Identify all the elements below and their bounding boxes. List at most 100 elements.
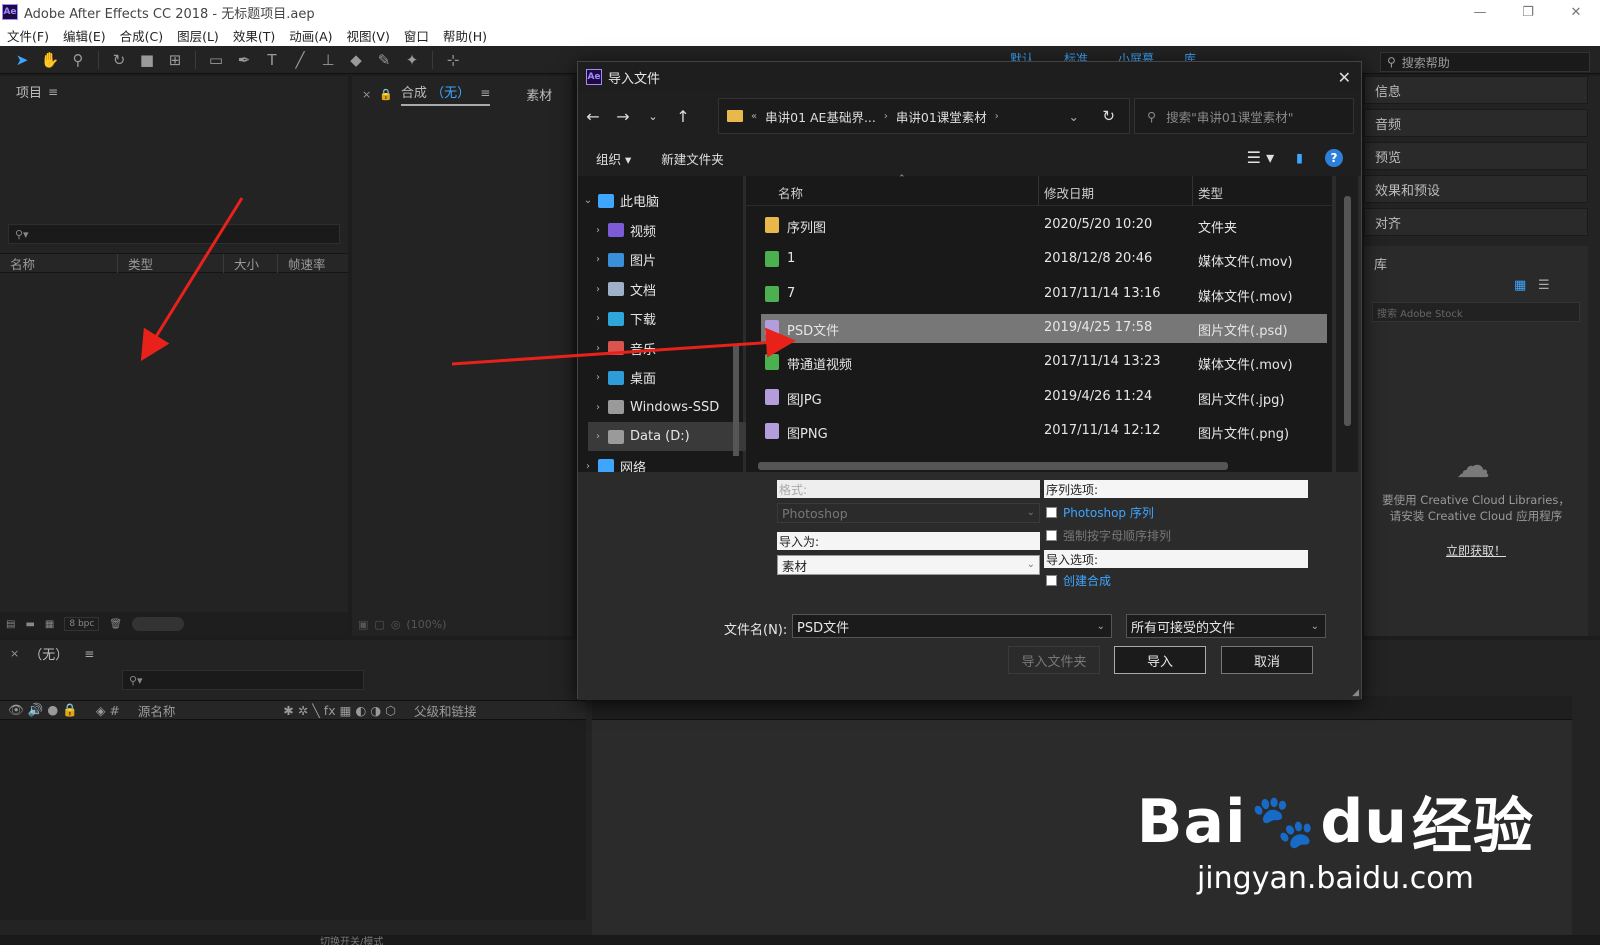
scroll-thumb[interactable] [758, 462, 1228, 470]
menu-file[interactable]: 文件(F) [0, 26, 56, 45]
menu-layer[interactable]: 图层(L) [170, 26, 226, 45]
chevron-right-icon[interactable]: › [588, 284, 608, 295]
toggle-switches-mode[interactable]: 切换开关/模式 [320, 933, 383, 945]
chevron-right-icon[interactable]: › [588, 431, 608, 442]
library-tab[interactable]: 库 [1374, 254, 1387, 273]
camera-tool-icon[interactable]: ■ [135, 49, 159, 71]
render-icon[interactable]: ▣ [358, 618, 368, 631]
column-frame-rate[interactable]: 帧速率 [278, 254, 336, 273]
breadcrumb-item[interactable]: 串讲01 AE基础界... [765, 107, 876, 126]
filename-input[interactable]: PSD文件 ⌄ [792, 614, 1112, 638]
file-row[interactable]: 序列图 2020/5/20 10:20 文件夹 [761, 211, 1327, 240]
adobe-stock-search[interactable]: 搜索 Adobe Stock [1372, 302, 1580, 322]
chevron-right-icon[interactable]: › [884, 111, 888, 122]
new-folder-icon[interactable]: ▬ [25, 619, 34, 630]
zoom-tool-icon[interactable]: ⚲ [66, 49, 90, 71]
new-composition-icon[interactable]: ▦ [45, 619, 54, 630]
chevron-right-icon[interactable]: › [578, 461, 598, 472]
import-as-select[interactable]: 素材 ⌄ [777, 555, 1040, 575]
get-cc-link[interactable]: 立即获取！ [1364, 542, 1588, 559]
tab-footage[interactable]: 素材 [526, 85, 552, 104]
help-search-input[interactable]: ⚲ 搜索帮助 [1380, 52, 1590, 72]
tree-item[interactable]: › 下载 [588, 304, 748, 333]
close-tab-icon[interactable]: × [362, 88, 371, 101]
menu-window[interactable]: 窗口 [397, 26, 436, 45]
panel-menu-icon[interactable]: ≡ [84, 647, 94, 661]
up-arrow-icon[interactable]: ↑ [668, 107, 698, 126]
timeline-search-input[interactable]: ⚲▾ [122, 670, 364, 690]
recent-dropdown-icon[interactable]: ⌄ [638, 110, 668, 123]
mask-icon[interactable]: ◎ [391, 618, 401, 631]
audio-panel-tab[interactable]: 音频 [1364, 109, 1588, 137]
lock-icon[interactable]: 🔒 [379, 88, 393, 101]
forward-arrow-icon[interactable]: → [608, 107, 638, 126]
column-type[interactable]: 类型 [1198, 183, 1223, 202]
chevron-down-icon[interactable]: ⌄ [1311, 621, 1319, 632]
view-mode-icon[interactable]: ☰ ▾ [1247, 148, 1274, 167]
checkbox-box[interactable] [1046, 575, 1057, 586]
panel-menu-icon[interactable]: ≡ [48, 85, 58, 99]
trash-icon[interactable]: 🗑 [109, 619, 122, 630]
brush-tool-icon[interactable]: ╱ [288, 49, 312, 71]
label-icon[interactable]: ◈ # [96, 703, 120, 718]
photoshop-sequence-checkbox[interactable]: Photoshop 序列 [1046, 504, 1154, 521]
new-folder-button[interactable]: 新建文件夹 [661, 149, 724, 168]
help-icon[interactable]: ? [1325, 148, 1343, 167]
chevron-right-icon[interactable]: › [588, 402, 608, 413]
pen-tool-icon[interactable]: ✒ [232, 49, 256, 71]
av-switches-icon[interactable]: 👁 🔊 ● 🔒 [8, 702, 78, 718]
rectangle-tool-icon[interactable]: ▭ [204, 49, 228, 71]
file-row[interactable]: 1 2018/12/8 20:46 媒体文件(.mov) [761, 245, 1327, 274]
preview-pane-icon[interactable]: ▮ [1296, 150, 1303, 165]
menu-animation[interactable]: 动画(A) [282, 26, 339, 45]
scroll-thumb[interactable] [1344, 196, 1351, 426]
file-row[interactable]: 图PNG 2017/11/14 12:12 图片文件(.png) [761, 417, 1327, 446]
type-tool-icon[interactable]: T [260, 49, 284, 71]
align-panel-tab[interactable]: 对齐 [1364, 208, 1588, 236]
panel-menu-icon[interactable]: ≡ [480, 86, 490, 100]
breadcrumb-item[interactable]: 串讲01课堂素材 [896, 107, 987, 126]
tree-item[interactable]: › 视频 [588, 216, 748, 245]
file-list-scrollbar[interactable] [1336, 176, 1358, 472]
column-name[interactable]: 名称 [778, 183, 803, 202]
tree-scrollbar[interactable] [733, 346, 739, 456]
checkbox-box[interactable] [1046, 507, 1057, 518]
menu-edit[interactable]: 编辑(E) [56, 26, 113, 45]
axis-mode-icon[interactable]: ⊹ [441, 49, 465, 71]
column-source-name[interactable]: 源名称 [138, 701, 176, 720]
import-button[interactable]: 导入 [1114, 646, 1206, 674]
eraser-tool-icon[interactable]: ◆ [344, 49, 368, 71]
file-row[interactable]: 带通道视频 2017/11/14 13:23 媒体文件(.mov) [761, 348, 1327, 377]
clone-stamp-tool-icon[interactable]: ⊥ [316, 49, 340, 71]
breadcrumb-overflow[interactable]: « [751, 111, 757, 122]
preview-panel-tab[interactable]: 预览 [1364, 142, 1588, 170]
restore-button[interactable]: ❐ [1504, 0, 1552, 24]
file-list-hscrollbar[interactable] [758, 462, 1308, 470]
filetype-select[interactable]: 所有可接受的文件 ⌄ [1126, 614, 1326, 638]
tree-item[interactable]: › 桌面 [588, 363, 748, 392]
file-row[interactable]: 图JPG 2019/4/26 11:24 图片文件(.jpg) [761, 383, 1327, 412]
menu-effect[interactable]: 效果(T) [226, 26, 282, 45]
rotate-tool-icon[interactable]: ↻ [107, 49, 131, 71]
menu-composition[interactable]: 合成(C) [113, 26, 170, 45]
interpret-footage-icon[interactable]: ▤ [6, 619, 15, 630]
hand-tool-icon[interactable]: ✋ [38, 49, 62, 71]
layer-switches-icon[interactable]: ✱ ✲ ╲ fx ▦ ◐ ◑ ⬡ [283, 703, 396, 718]
chevron-right-icon[interactable]: › [588, 254, 608, 265]
menu-view[interactable]: 视图(V) [340, 26, 397, 45]
roto-brush-tool-icon[interactable]: ✎ [372, 49, 396, 71]
folder-search-input[interactable]: ⚲ 搜索"串讲01课堂素材" [1134, 98, 1354, 134]
tree-item[interactable]: ⌄ 此电脑 [578, 186, 738, 215]
organize-button[interactable]: 组织 ▾ [596, 149, 631, 168]
timeline-tab[interactable]: （无） [29, 644, 68, 663]
column-type[interactable]: 类型 [118, 253, 224, 273]
grid-view-icon[interactable]: ▦ [1514, 278, 1526, 293]
thumbnail-slider[interactable] [132, 617, 185, 631]
create-composition-checkbox[interactable]: 创建合成 [1046, 572, 1111, 589]
chevron-down-icon[interactable]: ⌄ [578, 195, 598, 206]
import-folder-button[interactable]: 导入文件夹 [1008, 646, 1100, 674]
effects-presets-panel-tab[interactable]: 效果和预设 [1364, 175, 1588, 203]
close-tab-icon[interactable]: × [10, 647, 19, 660]
chevron-right-icon[interactable]: › [588, 313, 608, 324]
close-window-button[interactable]: ✕ [1552, 0, 1600, 24]
